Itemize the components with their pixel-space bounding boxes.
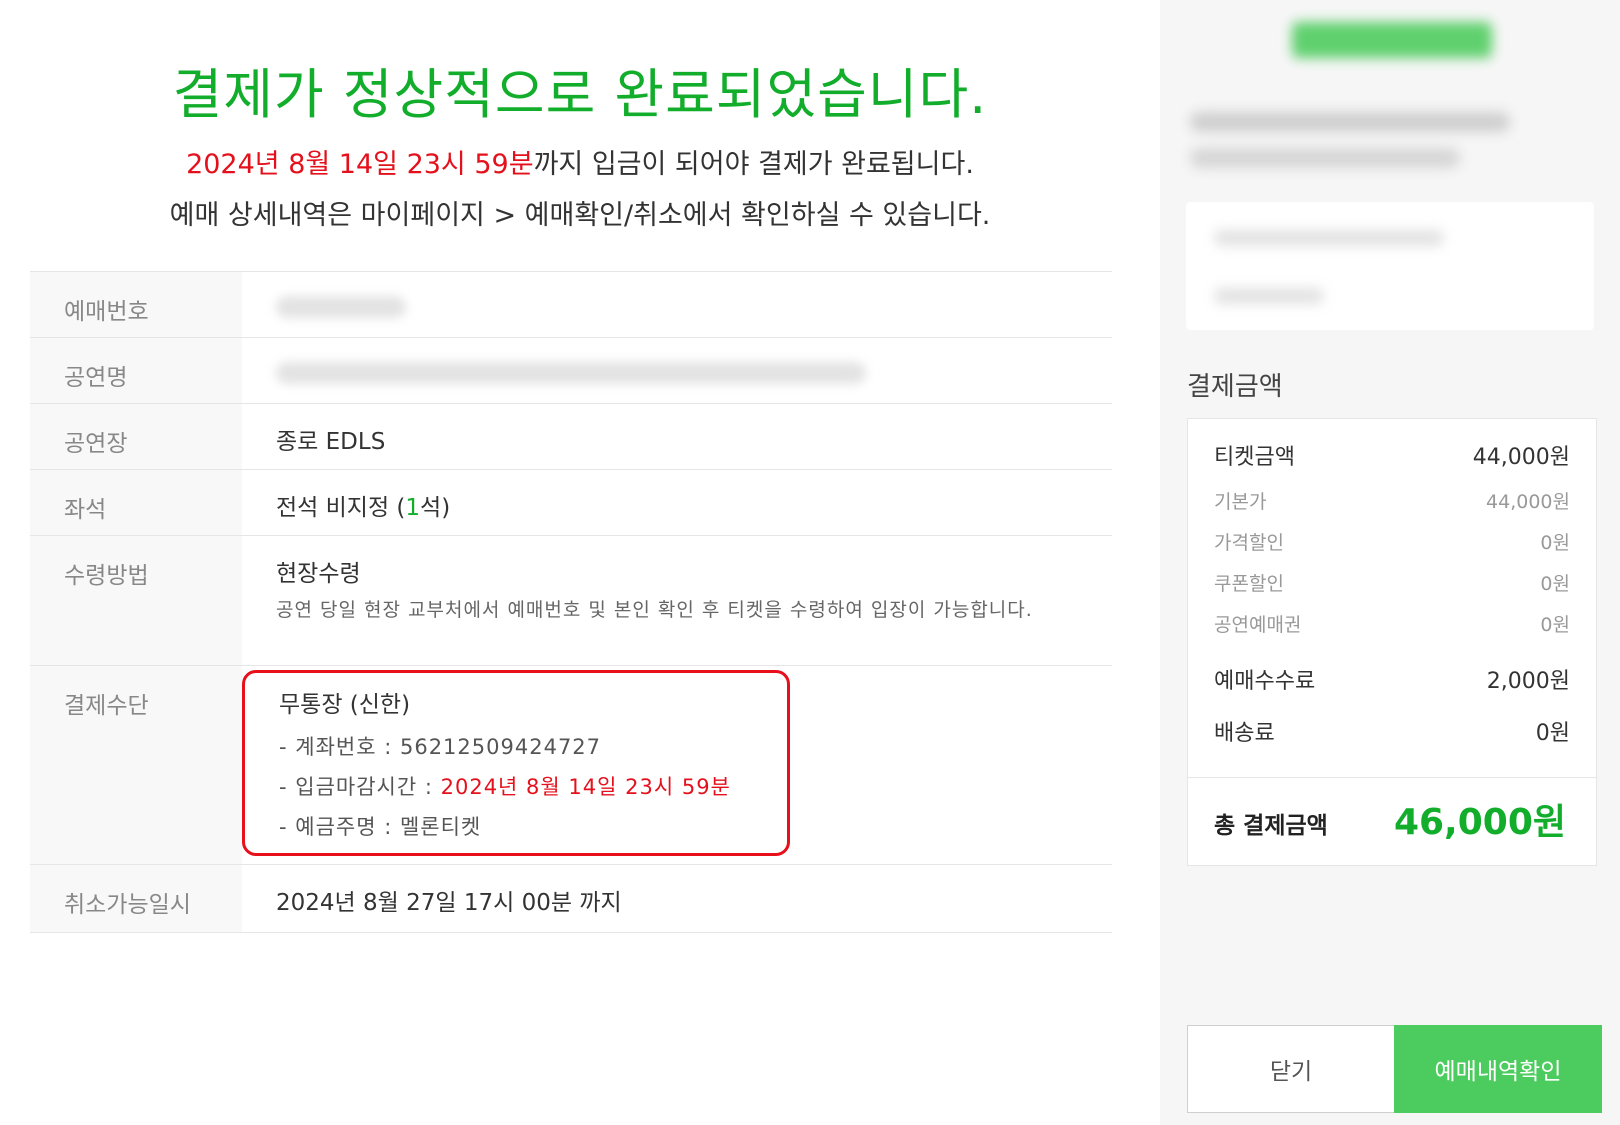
total-divider: [1188, 777, 1596, 778]
account-number-label: - 계좌번호 :: [279, 735, 400, 759]
voucher-value: 0원: [1540, 614, 1570, 636]
page-title: 결제가 정상적으로 완료되었습니다.: [172, 63, 988, 126]
booking-fee-value: 2,000원: [1486, 669, 1570, 694]
booking-fee-row: 예매수수료 2,000원: [1214, 663, 1570, 695]
booking-info-table: 예매번호 공연명 공연장 종로 EDLS 좌석 전석 비지정 (1석) 수령방법…: [30, 271, 1112, 933]
close-button[interactable]: 닫기: [1187, 1025, 1395, 1113]
main-panel: 결제가 정상적으로 완료되었습니다. 2024년 8월 14일 23시 59분까…: [0, 0, 1160, 1125]
base-price-value: 44,000원: [1486, 491, 1570, 513]
venue-value: 종로 EDLS: [242, 403, 1112, 470]
booking-number-label: 예매번호: [30, 271, 242, 338]
total-amount-value: 46,000원: [1393, 802, 1566, 843]
delivery-fee-label: 배송료: [1214, 721, 1275, 746]
depositor-value: 멜론티켓: [399, 815, 482, 839]
voucher-row: 공연예매권 0원: [1214, 610, 1570, 637]
cancel-deadline-label: 취소가능일시: [30, 864, 242, 933]
deadline-date: 2024년 8월 14일 23시 59분: [186, 149, 534, 180]
voucher-label: 공연예매권: [1214, 614, 1302, 636]
ticket-amount-row: 티켓금액 44,000원: [1214, 439, 1570, 471]
venue-label: 공연장: [30, 403, 242, 470]
deposit-deadline-label: - 입금마감시간 :: [279, 775, 441, 799]
row-venue: 공연장 종로 EDLS: [30, 403, 1112, 470]
blurred-show-extra: [1214, 288, 1324, 304]
view-booking-button[interactable]: 예매내역확인: [1394, 1025, 1602, 1113]
payment-method-value: 무통장 (신한): [279, 692, 411, 718]
blurred-show-title-1: [1190, 112, 1510, 132]
price-breakdown: 티켓금액 44,000원 기본가 44,000원 가격할인 0원 쿠폰할인 0원…: [1187, 418, 1597, 866]
receive-method-desc: 공연 당일 현장 교부처에서 예매번호 및 본인 확인 후 티켓을 수령하여 입…: [276, 599, 1033, 621]
row-show-name: 공연명: [30, 337, 1112, 404]
booking-fee-label: 예매수수료: [1214, 669, 1316, 694]
booking-number-value: [242, 271, 1112, 338]
payment-highlight-box: 무통장 (신한) - 계좌번호 : 56212509424727 - 입금마감시…: [242, 670, 790, 856]
total-amount-label: 총 결제금액: [1214, 813, 1328, 839]
row-payment-method: 결제수단 무통장 (신한) - 계좌번호 : 56212509424727 - …: [30, 665, 1112, 865]
price-discount-row: 가격할인 0원: [1214, 528, 1570, 555]
row-receive-method: 수령방법 현장수령 공연 당일 현장 교부처에서 예매번호 및 본인 확인 후 …: [30, 535, 1112, 666]
base-price-row: 기본가 44,000원: [1214, 487, 1570, 514]
coupon-discount-label: 쿠폰할인: [1214, 573, 1284, 595]
receive-method-label: 수령방법: [30, 535, 242, 666]
seat-prefix: 전석 비지정 (: [276, 495, 406, 521]
seat-label: 좌석: [30, 469, 242, 536]
delivery-fee-value: 0원: [1535, 721, 1570, 746]
ticket-amount-value: 44,000원: [1472, 445, 1570, 470]
blurred-show-name: [276, 362, 866, 384]
coupon-discount-value: 0원: [1540, 573, 1570, 595]
seat-count: 1: [405, 495, 421, 521]
show-name-value: [242, 337, 1112, 404]
cancel-deadline-value: 2024년 8월 27일 17시 00분 까지: [242, 864, 1112, 933]
depositor-label: - 예금주명 :: [279, 815, 400, 839]
base-price-label: 기본가: [1214, 491, 1267, 513]
coupon-discount-row: 쿠폰할인 0원: [1214, 569, 1570, 596]
mypage-note: 예매 상세내역은 마이페이지 > 예매확인/취소에서 확인하실 수 있습니다.: [169, 200, 991, 231]
show-info-card: [1186, 202, 1594, 330]
payment-deadline-notice: 2024년 8월 14일 23시 59분까지 입금이 되어야 결제가 완료됩니다…: [0, 142, 1160, 181]
ticket-amount-label: 티켓금액: [1214, 445, 1295, 470]
row-seat: 좌석 전석 비지정 (1석): [30, 469, 1112, 536]
row-booking-number: 예매번호: [30, 271, 1112, 338]
deadline-suffix: 까지 입금이 되어야 결제가 완료됩니다.: [533, 149, 974, 180]
seat-value: 전석 비지정 (1석): [242, 469, 1112, 536]
delivery-fee-row: 배송료 0원: [1214, 715, 1570, 747]
account-number-line: - 계좌번호 : 56212509424727: [279, 731, 747, 761]
deposit-deadline-line: - 입금마감시간 : 2024년 8월 14일 23시 59분: [279, 771, 747, 801]
payment-method-label: 결제수단: [30, 665, 242, 865]
price-discount-value: 0원: [1540, 532, 1570, 554]
seat-suffix: 석): [420, 495, 451, 521]
blurred-show-title-2: [1190, 148, 1460, 168]
deposit-deadline-value: 2024년 8월 14일 23시 59분: [440, 775, 731, 799]
show-name-label: 공연명: [30, 337, 242, 404]
price-discount-label: 가격할인: [1214, 532, 1284, 554]
depositor-line: - 예금주명 : 멜론티켓: [279, 811, 747, 841]
blurred-logo: [1292, 22, 1492, 58]
payment-amount-heading: 결제금액: [1187, 372, 1283, 402]
receive-method-value: 현장수령: [276, 561, 361, 587]
row-cancel-deadline: 취소가능일시 2024년 8월 27일 17시 00분 까지: [30, 864, 1112, 933]
payment-summary-sidebar: 결제금액 티켓금액 44,000원 기본가 44,000원 가격할인 0원 쿠폰…: [1160, 0, 1620, 1125]
receive-method-cell: 현장수령 공연 당일 현장 교부처에서 예매번호 및 본인 확인 후 티켓을 수…: [242, 535, 1112, 666]
blurred-show-date: [1214, 230, 1444, 246]
blurred-booking-number: [276, 296, 406, 318]
account-number-value: 56212509424727: [399, 735, 602, 759]
payment-method-cell: 무통장 (신한) - 계좌번호 : 56212509424727 - 입금마감시…: [242, 665, 1112, 865]
